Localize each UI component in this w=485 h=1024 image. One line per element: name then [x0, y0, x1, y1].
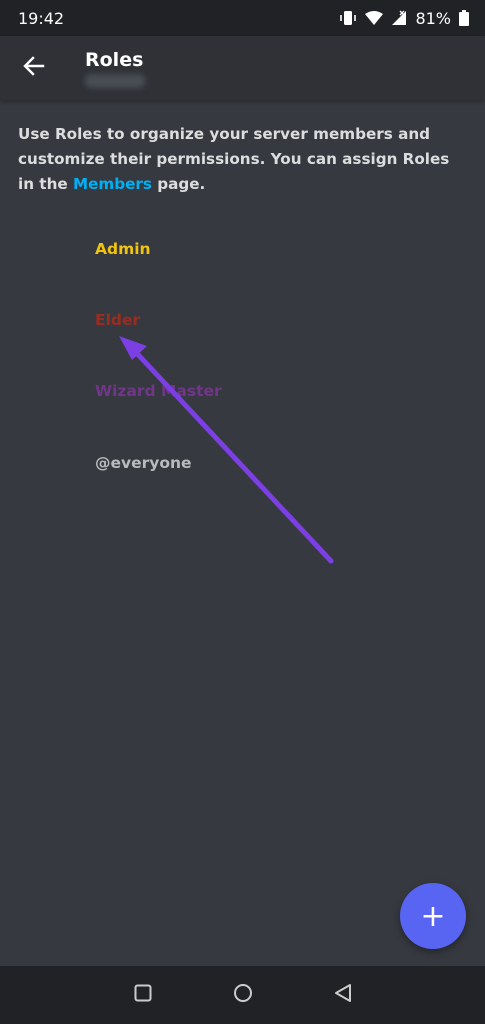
- square-icon: [134, 984, 152, 1006]
- back-button[interactable]: [14, 48, 54, 88]
- roles-description: Use Roles to organize your server member…: [18, 122, 470, 197]
- status-bar: 19:42 81%: [0, 0, 485, 36]
- status-icons: 81%: [339, 9, 469, 28]
- signal-icon: [391, 10, 407, 26]
- role-item-everyone[interactable]: @everyone: [95, 454, 192, 472]
- plus-icon: +: [420, 898, 446, 934]
- role-item-wizard-master[interactable]: Wizard Master: [95, 382, 222, 400]
- add-role-button[interactable]: +: [400, 883, 466, 949]
- triangle-back-icon: [334, 983, 352, 1007]
- vibrate-icon: [339, 10, 357, 26]
- navigation-bar: [0, 966, 485, 1024]
- role-item-elder[interactable]: Elder: [95, 311, 140, 329]
- wifi-icon: [365, 11, 384, 25]
- back-nav-button[interactable]: [328, 980, 358, 1010]
- app-bar: Roles: [0, 36, 485, 100]
- server-name-subtitle: [85, 74, 145, 88]
- battery-icon: [459, 10, 469, 26]
- home-button[interactable]: [228, 980, 258, 1010]
- description-suffix: page.: [151, 175, 206, 193]
- circle-icon: [233, 983, 253, 1007]
- page-title: Roles: [85, 49, 144, 71]
- role-item-admin[interactable]: Admin: [95, 240, 151, 258]
- annotation-arrow-head: [119, 336, 147, 360]
- battery-text: 81%: [415, 8, 451, 28]
- status-time: 19:42: [18, 8, 65, 28]
- members-link[interactable]: Members: [73, 175, 152, 193]
- recents-button[interactable]: [128, 980, 158, 1010]
- arrow-left-icon: [23, 55, 45, 81]
